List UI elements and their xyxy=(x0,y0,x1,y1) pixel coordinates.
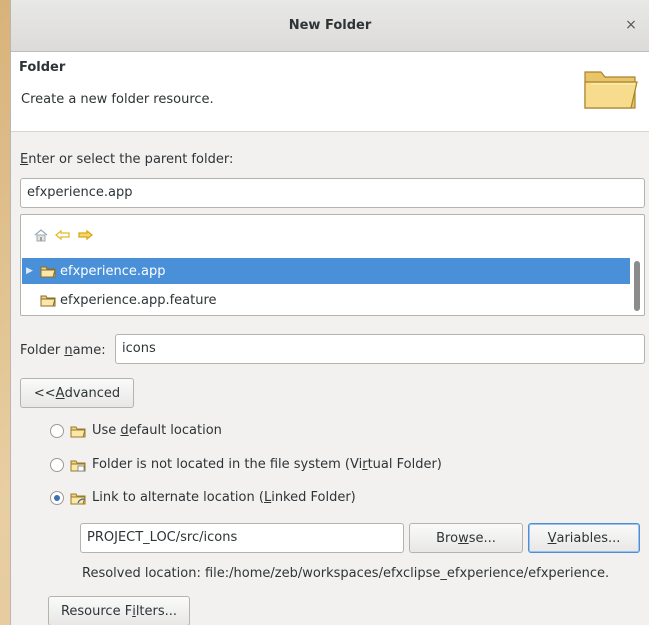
folder-tree[interactable]: ▶ efxperience.app efxperience.app.featur… xyxy=(20,214,645,316)
parent-folder-input[interactable]: efxperience.app xyxy=(20,178,645,208)
tree-scrollbar[interactable] xyxy=(634,261,640,311)
parent-folder-label: Enter or select the parent folder: xyxy=(20,152,234,167)
folder-name-input[interactable]: icons xyxy=(115,334,645,364)
project-folder-icon xyxy=(40,295,56,307)
virtual-folder-radio[interactable] xyxy=(50,457,64,472)
banner-title: Folder xyxy=(19,60,66,75)
tree-nav-toolbar xyxy=(33,228,93,244)
folder-name-label: Folder name: xyxy=(20,343,106,358)
tree-item-label: efxperience.app.feature xyxy=(60,292,217,308)
advanced-button[interactable]: << Advanced xyxy=(20,378,134,408)
folder-banner-icon xyxy=(584,71,638,109)
default-location-radio[interactable] xyxy=(50,423,64,438)
linked-folder-icon xyxy=(70,493,86,504)
close-icon[interactable]: × xyxy=(623,17,639,33)
option-default-location[interactable]: Use default location xyxy=(50,423,222,438)
option-linked-folder[interactable]: Link to alternate location (Linked Folde… xyxy=(50,490,356,505)
forward-arrow-icon[interactable] xyxy=(77,228,93,242)
folder-icon xyxy=(70,426,86,437)
virtual-folder-icon xyxy=(70,460,86,471)
window-title: New Folder xyxy=(288,18,372,33)
browse-button[interactable]: Bro w se... xyxy=(409,523,523,553)
project-folder-icon xyxy=(40,266,56,278)
title-bar: New Folder × xyxy=(11,0,649,52)
back-arrow-icon[interactable] xyxy=(55,228,71,242)
banner-description: Create a new folder resource. xyxy=(21,92,214,107)
linked-folder-radio[interactable] xyxy=(50,490,64,505)
resolved-location-text: Resolved location: file:/home/zeb/worksp… xyxy=(82,566,610,581)
header-banner: Folder Create a new folder resource. xyxy=(11,52,649,132)
expand-arrow-icon[interactable]: ▶ xyxy=(26,266,36,276)
tree-item-label: efxperience.app xyxy=(60,263,166,279)
option-virtual-folder[interactable]: Folder is not located in the file system… xyxy=(50,457,442,472)
variables-button[interactable]: Variables... xyxy=(528,523,640,553)
home-icon[interactable] xyxy=(33,228,49,242)
link-location-input[interactable]: PROJECT_LOC/src/icons xyxy=(80,523,404,553)
resource-filters-button[interactable]: Resource Fi lters... xyxy=(48,596,190,625)
tree-item-efxperience-app-feature[interactable]: efxperience.app.feature xyxy=(22,287,630,313)
new-folder-dialog: New Folder × Folder Create a new folder … xyxy=(10,0,649,625)
tree-item-efxperience-app[interactable]: ▶ efxperience.app xyxy=(22,258,630,284)
